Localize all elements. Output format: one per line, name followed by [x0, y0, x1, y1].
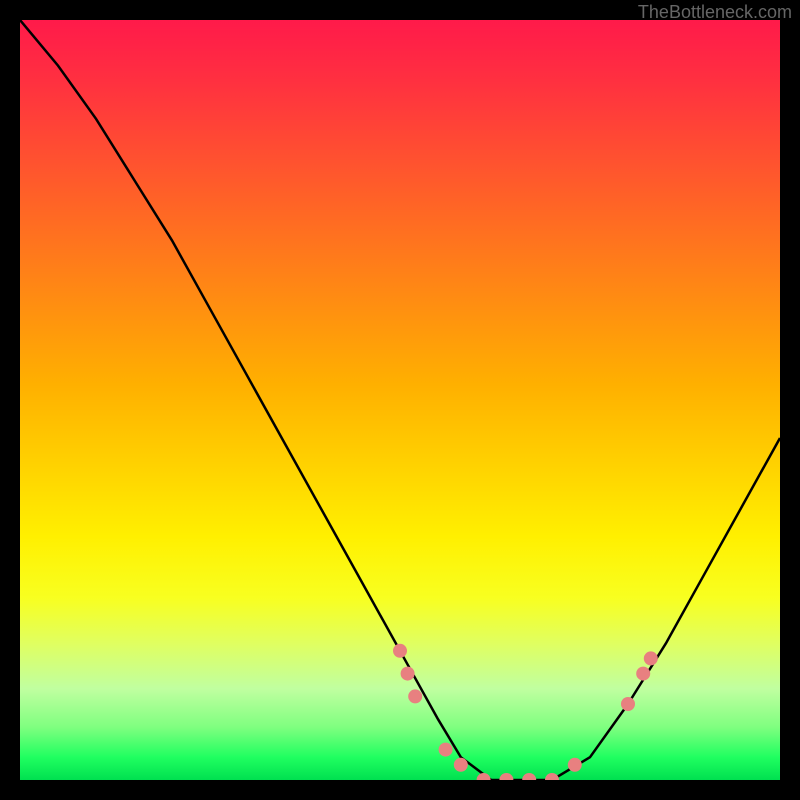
highlight-dot	[393, 644, 407, 658]
chart-container: TheBottleneck.com	[0, 0, 800, 800]
plot-area	[20, 20, 780, 780]
highlight-dot	[522, 773, 536, 780]
highlight-dot	[408, 689, 422, 703]
curve-svg	[20, 20, 780, 780]
bottleneck-curve-line	[20, 20, 780, 780]
highlight-dot	[454, 758, 468, 772]
watermark-text: TheBottleneck.com	[638, 2, 792, 23]
highlight-dot	[621, 697, 635, 711]
highlight-dot	[636, 667, 650, 681]
highlight-dot	[499, 773, 513, 780]
highlight-dot	[401, 667, 415, 681]
highlight-dot	[477, 773, 491, 780]
highlight-dot	[545, 773, 559, 780]
highlight-dot	[439, 743, 453, 757]
highlight-dot	[568, 758, 582, 772]
highlight-dot	[644, 651, 658, 665]
